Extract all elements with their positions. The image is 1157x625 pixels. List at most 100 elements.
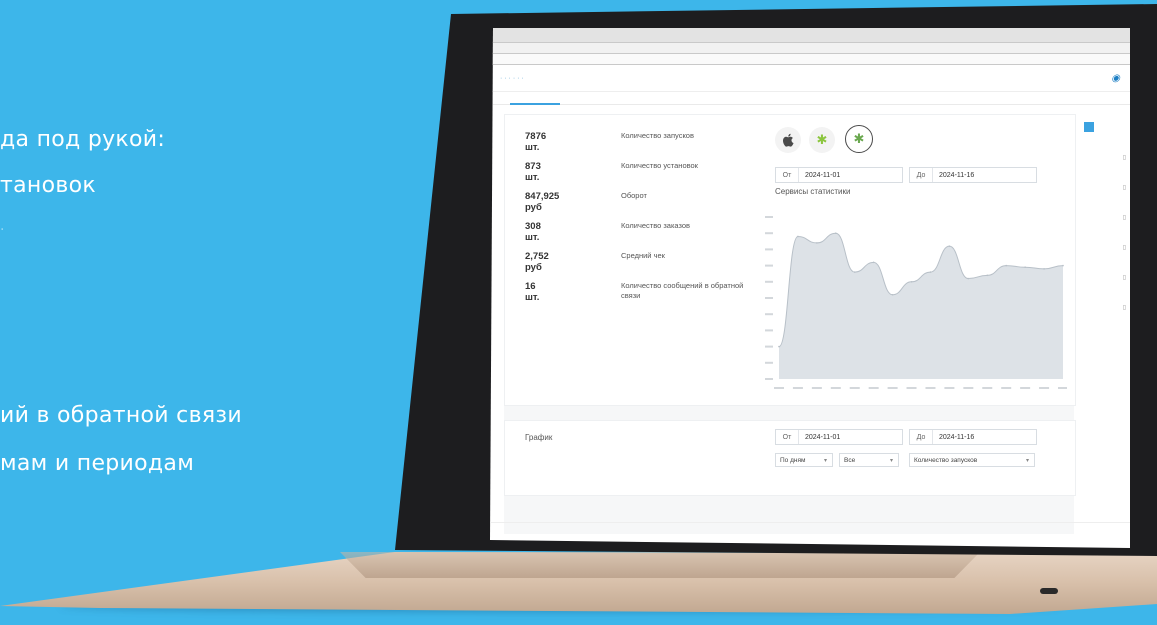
stat-label: Количество установок	[621, 161, 698, 170]
graph-date-to-field[interactable]: До 2024-11-16	[909, 429, 1037, 445]
graph-date-to-label: До	[910, 430, 933, 444]
data-point[interactable]	[853, 271, 856, 273]
laptop-port	[1040, 588, 1058, 594]
stat-label: Оборот	[621, 191, 647, 200]
app-breadcrumb[interactable]: · · · · · ·	[500, 75, 524, 82]
stat-value: 7876 шт.	[525, 131, 547, 153]
promo-line-2: тановок	[0, 173, 96, 198]
data-point[interactable]	[929, 271, 932, 273]
data-point[interactable]	[967, 277, 970, 280]
data-point[interactable]	[910, 281, 913, 283]
stat-value: 2,752 руб	[525, 251, 549, 273]
date-to-label: До	[910, 168, 933, 182]
sidebar-item[interactable]: ▯	[1123, 244, 1126, 251]
right-sidebar: ▯ ▯ ▯ ▯ ▯ ▯	[1080, 114, 1130, 354]
graph-date-to-value: 2024-11-16	[939, 433, 975, 441]
data-point[interactable]	[816, 242, 818, 244]
y-tick-mark	[765, 329, 773, 332]
data-point[interactable]	[835, 232, 837, 234]
y-tick-mark	[765, 232, 773, 235]
date-from-label: От	[776, 168, 799, 182]
data-point[interactable]	[948, 245, 951, 247]
data-point[interactable]	[986, 274, 989, 277]
sidebar-item[interactable]: ▯	[1123, 274, 1126, 281]
x-tick-mark	[982, 387, 993, 389]
stat-label: Количество запусков	[621, 131, 694, 140]
x-tick-mark	[1001, 387, 1012, 389]
series-area	[779, 233, 1063, 379]
stat-label: Количество сообщений в обратной связи	[621, 281, 744, 300]
y-tick-mark	[765, 248, 773, 251]
promo-line-4: мам и периодам	[0, 451, 195, 476]
promo-line-fragment: .	[0, 218, 5, 234]
data-point[interactable]	[1024, 266, 1026, 269]
data-point[interactable]	[1005, 264, 1007, 267]
graph-panel: График От 2024-11-01 До 2024-11-16 По дн…	[504, 420, 1076, 496]
graph-date-from-label: От	[776, 430, 799, 444]
y-tick-mark	[765, 361, 773, 364]
y-tick-mark	[765, 297, 773, 299]
stat-label: Количество заказов	[621, 221, 691, 230]
data-point[interactable]	[797, 235, 799, 238]
chevron-down-icon: ▾	[889, 457, 893, 464]
stat-label: Средний чек	[621, 251, 665, 260]
metric-select-value: Количество запусков	[914, 456, 978, 464]
sidebar-item[interactable]: ▯	[1123, 184, 1126, 191]
date-from-field[interactable]: От 2024-11-01	[775, 167, 903, 183]
browser-menubar	[490, 28, 1130, 43]
tab-active-indicator[interactable]	[510, 103, 560, 105]
launches-area-chart	[765, 216, 1067, 389]
promo-line-3: ий в обратной связи	[0, 403, 242, 428]
platform-select[interactable]: Все ▾	[839, 453, 899, 467]
y-tick-mark	[765, 378, 773, 380]
laptop-hinge	[340, 552, 980, 578]
x-tick-mark	[887, 387, 898, 389]
platform-select-value: Все	[844, 456, 856, 464]
data-point[interactable]	[778, 345, 780, 348]
date-from-value: 2024-11-01	[805, 171, 841, 179]
apple-icon[interactable]	[775, 127, 801, 153]
x-tick-mark	[811, 387, 822, 389]
laptop-screen: · · · · · · ◉ 7876 шт. Количество запуск…	[490, 28, 1130, 548]
sidebar-item[interactable]: ▯	[1123, 154, 1126, 161]
sidebar-item[interactable]: ▯	[1123, 304, 1126, 311]
promo-line-1: да под рукой:	[0, 127, 166, 152]
dashboard-content: 7876 шт. Количество запусков 873 шт. Кол…	[504, 114, 1076, 534]
sidebar-active-icon[interactable]	[1084, 122, 1094, 132]
apple-android-icon[interactable]: ✱	[845, 125, 873, 153]
tabs-row	[490, 92, 1130, 105]
chevron-down-icon: ▾	[823, 457, 827, 464]
browser-address-bar[interactable]	[490, 43, 1130, 54]
metric-select[interactable]: Количество запусков ▾	[909, 453, 1035, 467]
graph-date-from-field[interactable]: От 2024-11-01	[775, 429, 903, 445]
browser-bookmarks-bar	[490, 54, 1130, 65]
x-tick-mark	[1020, 387, 1031, 389]
stats-panel: 7876 шт. Количество запусков 873 шт. Кол…	[504, 114, 1076, 406]
data-point[interactable]	[1043, 268, 1045, 270]
date-to-field[interactable]: До 2024-11-16	[909, 167, 1037, 183]
x-tick-mark	[1039, 387, 1050, 389]
stats-services-title: Сервисы статистики	[775, 187, 851, 196]
data-point[interactable]	[872, 261, 875, 264]
y-tick-mark	[765, 216, 773, 218]
data-point[interactable]	[1062, 264, 1064, 267]
android-icon[interactable]: ✱	[809, 127, 835, 153]
data-point[interactable]	[891, 293, 894, 296]
period-select-value: По дням	[780, 456, 806, 464]
period-select[interactable]: По дням ▾	[775, 453, 833, 467]
app-footer	[490, 522, 1130, 541]
date-to-value: 2024-11-16	[939, 171, 975, 179]
x-tick-mark	[925, 387, 936, 389]
x-tick-mark	[774, 387, 784, 389]
x-tick-mark	[963, 387, 974, 389]
y-tick-mark	[765, 280, 773, 283]
stat-value: 873 шт.	[525, 161, 541, 183]
x-tick-mark	[849, 387, 860, 389]
graph-title: График	[525, 433, 553, 442]
sidebar-item[interactable]: ▯	[1123, 214, 1126, 221]
y-tick-mark	[765, 345, 773, 348]
stat-value: 847,925 руб	[525, 191, 560, 213]
x-tick-mark	[792, 387, 803, 389]
x-tick-mark	[868, 387, 879, 389]
brand-logo[interactable]: ◉	[1111, 73, 1120, 84]
